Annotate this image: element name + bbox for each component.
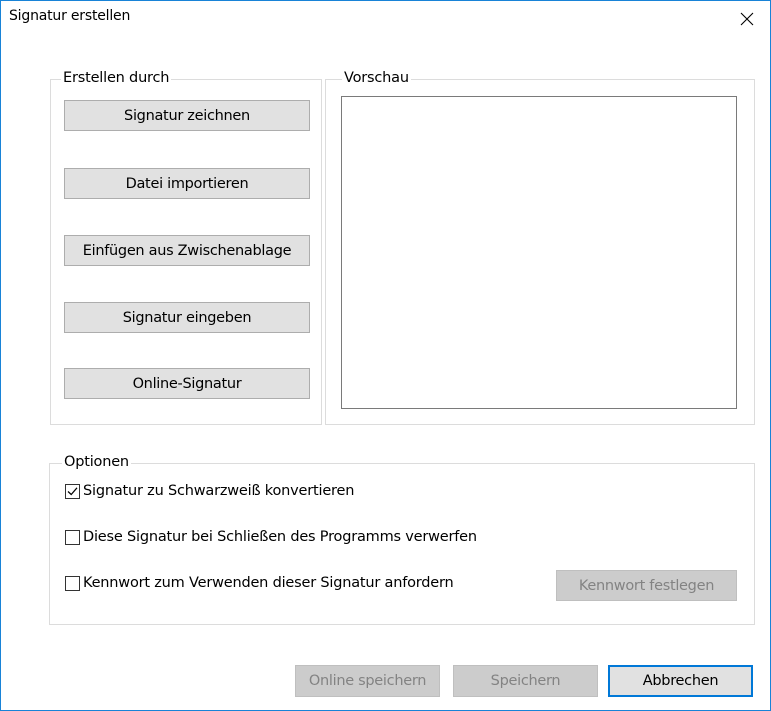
save-button[interactable]: Speichern: [453, 665, 598, 697]
cancel-button[interactable]: Abbrechen: [608, 665, 753, 697]
signature-preview: [341, 96, 737, 409]
set-password-button[interactable]: Kennwort festlegen: [556, 570, 737, 601]
draw-signature-button[interactable]: Signatur zeichnen: [64, 100, 310, 131]
paste-clipboard-button[interactable]: Einfügen aus Zwischenablage: [64, 235, 310, 266]
import-file-button[interactable]: Datei importieren: [64, 168, 310, 199]
checkmark-icon: [67, 486, 78, 495]
online-save-button[interactable]: Online speichern: [295, 665, 440, 697]
option-require-password-label: Kennwort zum Verwenden dieser Signatur a…: [83, 575, 454, 591]
close-icon: [740, 12, 754, 26]
dialog-title: Signatur erstellen: [9, 8, 131, 24]
option-bw-convert[interactable]: Signatur zu Schwarzweiß konvertieren: [65, 483, 354, 499]
checkbox-discard-on-close[interactable]: [65, 529, 80, 545]
dialog-window: Signatur erstellen Erstellen durch Signa…: [0, 0, 771, 711]
option-discard-on-close[interactable]: Diese Signatur bei Schließen des Program…: [65, 529, 477, 545]
checkbox-bw-convert[interactable]: [65, 483, 80, 499]
online-signature-button[interactable]: Online-Signatur: [64, 368, 310, 399]
type-signature-button[interactable]: Signatur eingeben: [64, 302, 310, 333]
option-require-password[interactable]: Kennwort zum Verwenden dieser Signatur a…: [65, 575, 454, 591]
create-group-legend: Erstellen durch: [61, 70, 172, 86]
title-bar: Signatur erstellen: [1, 1, 770, 37]
checkbox-require-password[interactable]: [65, 575, 80, 591]
option-bw-convert-label: Signatur zu Schwarzweiß konvertieren: [83, 483, 355, 499]
options-group-legend: Optionen: [62, 454, 131, 470]
option-discard-on-close-label: Diese Signatur bei Schließen des Program…: [83, 529, 477, 545]
close-button[interactable]: [724, 1, 770, 37]
preview-group-legend: Vorschau: [342, 70, 411, 86]
